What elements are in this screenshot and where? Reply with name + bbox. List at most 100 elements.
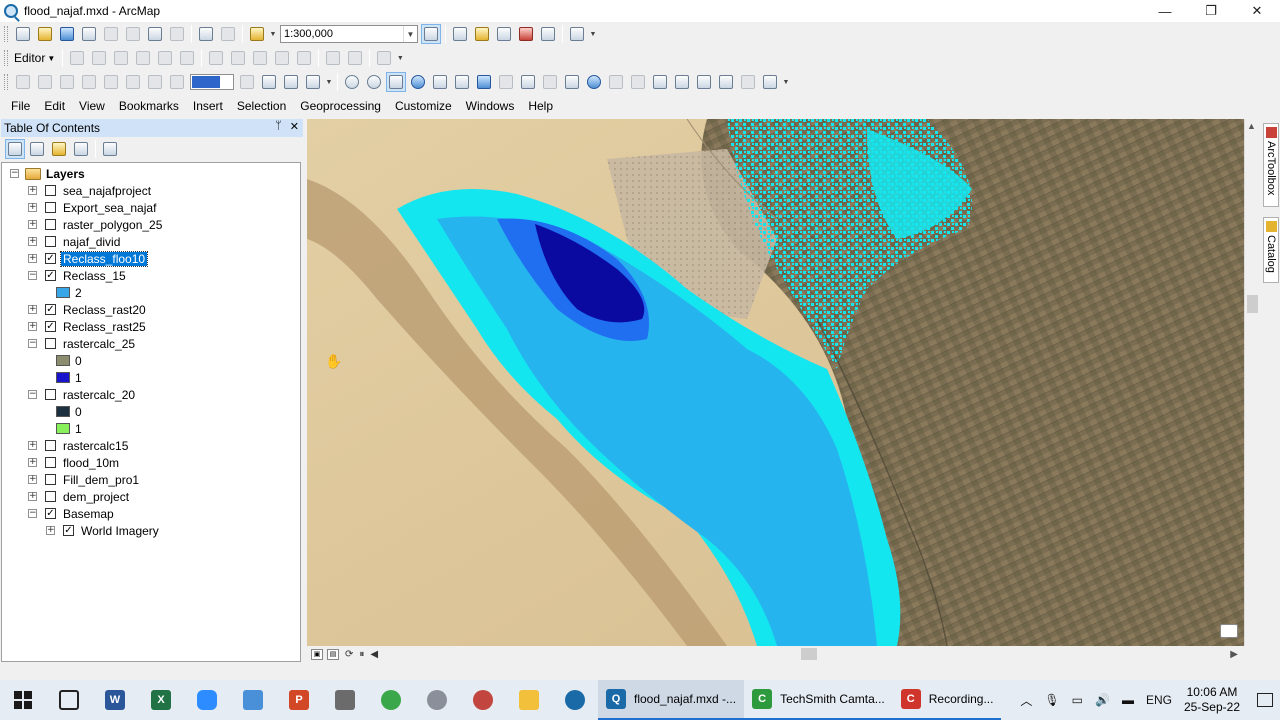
layer-visibility-checkbox[interactable]: ✓	[45, 304, 56, 315]
layer-name[interactable]: Reclass_floo10	[59, 250, 149, 267]
edit-tool-icon[interactable]	[67, 48, 87, 68]
layer-visibility-checkbox[interactable]	[45, 202, 56, 213]
menu-file[interactable]: File	[0, 96, 37, 117]
sketch-properties-icon[interactable]	[345, 48, 365, 68]
layer-visibility-checkbox[interactable]: ✓	[45, 321, 56, 332]
xy-icon[interactable]	[716, 72, 736, 92]
app2-icon[interactable]	[414, 680, 460, 720]
menu-help[interactable]: Help	[521, 96, 560, 117]
layer-row[interactable]: − rastercalc_25	[28, 335, 137, 352]
start-icon[interactable]	[0, 680, 46, 720]
layer-name[interactable]: Fill_dem_pro1	[61, 473, 141, 487]
layer-visibility-checkbox[interactable]	[45, 440, 56, 451]
expand-icon[interactable]: +	[28, 203, 37, 212]
layer-row[interactable]: + ✓ Reclass_floo10	[28, 250, 149, 267]
layout-icon[interactable]	[237, 72, 257, 92]
find-route-icon[interactable]	[694, 72, 714, 92]
toolbar-options-icon[interactable]: ▼	[781, 79, 791, 86]
layer-visibility-checkbox[interactable]: ✓	[45, 270, 56, 281]
layer-name[interactable]: Reclass_rast20	[61, 303, 148, 317]
open-folder-icon[interactable]	[35, 24, 55, 44]
editor-toolbar-icon[interactable]	[421, 24, 441, 44]
catalog-tab[interactable]: Catalog	[1263, 217, 1279, 283]
pause-drawing-icon[interactable]: ⏸	[359, 649, 364, 660]
expand-icon[interactable]: +	[28, 186, 37, 195]
select-elements-icon[interactable]	[562, 72, 582, 92]
expand-icon[interactable]: +	[28, 458, 37, 467]
layer-tool-icon[interactable]	[35, 72, 55, 92]
refresh-icon[interactable]: ⟳	[345, 649, 353, 660]
save-icon[interactable]	[57, 24, 77, 44]
end-point-arc-icon[interactable]	[133, 48, 153, 68]
scroll-up-icon[interactable]: ▲	[1247, 121, 1256, 131]
python-icon[interactable]	[538, 24, 558, 44]
print-icon[interactable]	[79, 24, 99, 44]
cut-polygon-icon[interactable]	[250, 48, 270, 68]
menu-bookmarks[interactable]: Bookmarks	[112, 96, 186, 117]
table-of-contents-icon[interactable]	[450, 24, 470, 44]
layer-visibility-checkbox[interactable]	[45, 389, 56, 400]
app-icon[interactable]	[368, 680, 414, 720]
straight-segment-icon[interactable]	[111, 48, 131, 68]
layer-row[interactable]: + raster_polygon_25	[28, 216, 164, 233]
menu-insert[interactable]: Insert	[186, 96, 230, 117]
catalog-window-icon[interactable]	[1220, 624, 1238, 638]
layer-visibility-checkbox[interactable]: ✓	[63, 525, 74, 536]
layer-row[interactable]: + ✓ Reclass_rast25	[28, 318, 148, 335]
list-by-source-icon[interactable]	[27, 139, 47, 159]
fixed-zoom-in-icon[interactable]	[430, 72, 450, 92]
find-icon[interactable]	[672, 72, 692, 92]
minimize-button[interactable]: —	[1142, 0, 1188, 22]
legend-item[interactable]: 1	[56, 420, 82, 437]
store-icon[interactable]	[230, 680, 276, 720]
add-data-dropdown-icon[interactable]: ▼	[268, 31, 278, 38]
edit-vertices-icon[interactable]	[206, 48, 226, 68]
list-by-visibility-icon[interactable]	[49, 139, 69, 159]
map-scale-combo[interactable]: 1:300,000 ▼	[280, 25, 418, 43]
flicker-icon[interactable]	[101, 72, 121, 92]
legend-swatch[interactable]	[56, 355, 70, 366]
layer-row[interactable]: + najaf_divid	[28, 233, 122, 250]
arcmap-app-icon[interactable]	[4, 4, 18, 18]
attributes-icon[interactable]	[323, 48, 343, 68]
fixed-zoom-out-icon[interactable]	[452, 72, 472, 92]
layer-visibility-checkbox[interactable]	[45, 457, 56, 468]
scroll-left-icon[interactable]: ◀	[370, 649, 378, 660]
app3-icon[interactable]	[460, 680, 506, 720]
collapse-icon[interactable]: −	[10, 169, 19, 178]
layer-visibility-checkbox[interactable]	[45, 491, 56, 502]
layer-name[interactable]: Export_sea_najaf	[61, 201, 158, 215]
layer-name[interactable]: rastercalc15	[61, 439, 130, 453]
layer-name[interactable]: Reclass_rast25	[61, 320, 148, 334]
toolbar-options-icon[interactable]: ▼	[395, 55, 405, 62]
new-doc-icon[interactable]	[13, 24, 33, 44]
toolbar-grip[interactable]	[4, 74, 8, 90]
taskbar-app-button[interactable]: C Recording...	[892, 680, 1002, 720]
legend-swatch[interactable]	[56, 423, 70, 434]
volume-icon[interactable]: 🔊	[1095, 693, 1110, 707]
expand-icon[interactable]: +	[28, 305, 37, 314]
calculator-icon[interactable]	[322, 680, 368, 720]
clear-selection-icon[interactable]	[540, 72, 560, 92]
split-icon[interactable]	[272, 48, 292, 68]
clock[interactable]: 10:06 AM 25-Sep-22	[1184, 685, 1240, 715]
expand-icon[interactable]: +	[28, 441, 37, 450]
maximize-button[interactable]: ❐	[1188, 0, 1234, 22]
full-extent-icon[interactable]	[408, 72, 428, 92]
toolbar-grip[interactable]	[4, 50, 8, 66]
expand-icon[interactable]: +	[46, 526, 55, 535]
measure-icon[interactable]	[650, 72, 670, 92]
georef-icon[interactable]	[13, 72, 33, 92]
map-vertical-scrollbar[interactable]: ▲	[1244, 119, 1260, 646]
task-view-icon[interactable]	[46, 680, 92, 720]
arctoolbox-tab[interactable]: ArcToolbox	[1263, 123, 1279, 207]
list-by-selection-icon[interactable]	[71, 139, 91, 159]
hyperlink-icon[interactable]	[606, 72, 626, 92]
close-icon[interactable]: ✕	[290, 120, 299, 133]
collapse-icon[interactable]: −	[28, 390, 37, 399]
add-data-icon[interactable]	[247, 24, 267, 44]
layer-name[interactable]: raster_polygon_25	[61, 218, 164, 232]
taskbar-app-button[interactable]: C TechSmith Camta...	[744, 680, 893, 720]
menu-selection[interactable]: Selection	[230, 96, 293, 117]
undo-icon[interactable]	[196, 24, 216, 44]
